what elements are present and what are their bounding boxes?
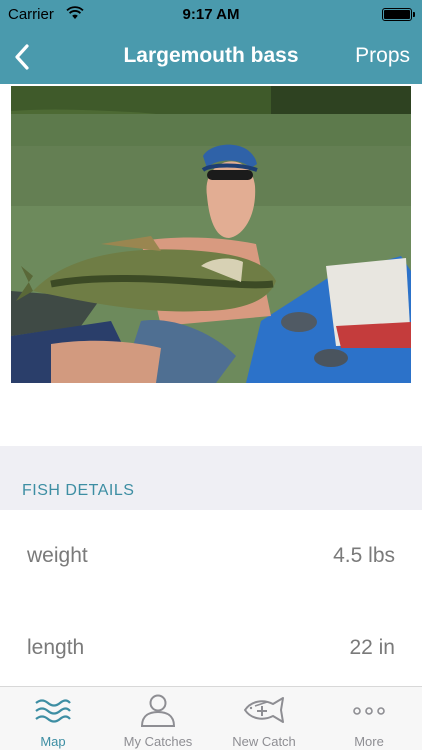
section-header: FISH DETAILS — [0, 446, 422, 510]
tab-label: More — [354, 734, 384, 749]
more-dots-icon — [316, 693, 422, 727]
tab-more[interactable]: More — [316, 687, 422, 750]
detail-value: 22 in — [349, 636, 395, 659]
fish-plus-icon — [211, 693, 317, 727]
tab-bar: Map My Catches New Catch More — [0, 686, 422, 750]
detail-label: weight — [27, 544, 88, 567]
waves-icon — [0, 693, 106, 727]
photo-spacer — [0, 383, 422, 446]
tab-my-catches[interactable]: My Catches — [105, 687, 211, 750]
detail-row-length[interactable]: length 22 in — [0, 602, 422, 694]
navigation-bar: Largemouth bass Props — [0, 30, 422, 84]
tab-new-catch[interactable]: New Catch — [211, 687, 317, 750]
detail-row-weight[interactable]: weight 4.5 lbs — [0, 510, 422, 602]
tab-map[interactable]: Map — [0, 687, 106, 750]
tab-label: Map — [40, 734, 66, 749]
detail-value: 4.5 lbs — [333, 544, 395, 567]
status-bar: Carrier 9:17 AM — [0, 0, 422, 30]
battery-icon — [382, 8, 415, 21]
clock: 9:17 AM — [182, 6, 240, 23]
catch-photo — [11, 86, 411, 383]
detail-label: length — [27, 636, 85, 659]
tab-label: My Catches — [123, 734, 193, 749]
person-icon — [105, 693, 211, 727]
tab-label: New Catch — [232, 734, 296, 749]
props-button[interactable]: Props — [355, 44, 410, 68]
section-header-label: FISH DETAILS — [22, 482, 135, 499]
